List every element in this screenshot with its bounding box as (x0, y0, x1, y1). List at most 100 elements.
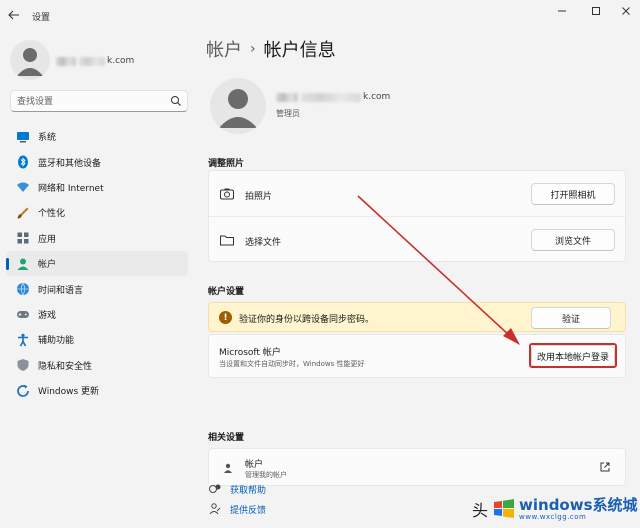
sidebar-user-card[interactable]: k.com (10, 40, 190, 80)
apps-icon (16, 231, 30, 245)
related-section-title: 相关设置 (208, 433, 245, 443)
photo-section-title: 调整照片 (208, 159, 245, 169)
windows-logo-icon (494, 499, 515, 518)
search-box[interactable] (10, 90, 188, 112)
breadcrumb-separator: › (250, 41, 256, 57)
open-camera-button[interactable]: 打开照相机 (531, 183, 615, 205)
brush-icon (16, 206, 30, 220)
related-account-title: 帐户 (245, 460, 264, 470)
person-avatar-icon (17, 48, 43, 76)
verify-button[interactable]: 验证 (531, 307, 611, 329)
watermark-url: www.wxclgg.com (519, 512, 587, 521)
related-account-desc: 管理我的帐户 (245, 471, 287, 479)
globe-clock-icon (16, 282, 30, 296)
page-title: 帐户信息 (263, 40, 336, 61)
sidebar-item-label: 个性化 (38, 209, 66, 220)
sidebar-item-label: 帐户 (38, 260, 57, 271)
sidebar-item-time-language[interactable]: 时间和语言 (6, 276, 188, 301)
sidebar-item-label: 游戏 (38, 310, 57, 321)
sidebar-item-label: 系统 (38, 133, 57, 144)
sidebar-item-gaming[interactable]: 游戏 (6, 302, 188, 327)
breadcrumb-parent[interactable]: 帐户 (206, 36, 242, 62)
shield-icon (16, 358, 30, 372)
monitor-icon (16, 130, 30, 144)
related-account-row[interactable]: 帐户 管理我的帐户 (208, 448, 626, 486)
feedback-link[interactable]: 提供反馈 (208, 502, 266, 516)
close-icon (622, 7, 630, 15)
external-link-icon (600, 462, 610, 472)
search-icon (171, 96, 181, 106)
sidebar-item-label: Windows 更新 (38, 387, 100, 398)
sidebar-nav: 系统 蓝牙和其他设备 网络和 Internet 个性化 应用 帐户 时间和语言 (6, 124, 188, 403)
breadcrumb: 帐户 › 帐户信息 (206, 36, 336, 62)
sidebar-item-label: 辅助功能 (38, 336, 75, 347)
user-email: k.com (56, 55, 134, 67)
microsoft-account-title: Microsoft 帐户 (219, 348, 281, 358)
sidebar-item-label: 应用 (38, 234, 57, 245)
sidebar: k.com 系统 蓝牙和其他设备 网络和 Internet 个性化 应用 帐 (0, 30, 196, 528)
redacted-email (301, 92, 361, 102)
update-icon (16, 384, 30, 398)
person-icon (16, 257, 30, 271)
choose-file-row: 选择文件 浏览文件 (209, 217, 625, 263)
watermark-prefix: 头 (472, 501, 489, 520)
profile-email-tail: k.com (363, 92, 391, 102)
maximize-button[interactable] (582, 3, 610, 19)
feedback-label: 提供反馈 (230, 505, 267, 516)
user-email-tail: k.com (107, 56, 135, 66)
sidebar-item-label: 隐私和安全性 (38, 361, 93, 372)
watermark-text: windows系统城 www.wxclgg.com (519, 495, 638, 521)
warning-text: 验证你的身份以跨设备同步密码。 (239, 315, 375, 325)
redacted-email (79, 56, 105, 66)
profile-header: k.com 管理员 (210, 78, 510, 134)
warning-icon: ! (219, 311, 232, 324)
sidebar-item-accessibility[interactable]: 辅助功能 (6, 327, 188, 352)
person-icon (224, 463, 232, 473)
get-help-label: 获取帮助 (230, 485, 267, 496)
sidebar-item-bluetooth[interactable]: 蓝牙和其他设备 (6, 149, 188, 174)
sidebar-item-label: 时间和语言 (38, 285, 84, 296)
sidebar-item-windows-update[interactable]: Windows 更新 (6, 378, 188, 403)
watermark-main: windows系统城 (519, 495, 638, 514)
accessibility-icon (16, 333, 30, 347)
redacted-email (276, 92, 298, 102)
search-input[interactable] (17, 95, 167, 108)
minimize-button[interactable] (548, 3, 576, 19)
wifi-icon (16, 180, 30, 194)
take-photo-row: 拍照片 打开照相机 (209, 171, 625, 217)
folder-icon (219, 232, 235, 248)
close-button[interactable] (612, 3, 640, 19)
gamepad-icon (16, 307, 30, 321)
profile-role: 管理员 (276, 109, 300, 118)
sidebar-item-label: 网络和 Internet (38, 183, 104, 194)
feedback-icon (208, 502, 222, 516)
person-avatar-icon (219, 89, 257, 128)
redacted-email (56, 56, 76, 66)
sidebar-item-personalization[interactable]: 个性化 (6, 200, 188, 225)
title-bar: 设置 (0, 0, 640, 30)
camera-icon (219, 186, 235, 202)
maximize-icon (592, 7, 600, 15)
account-section-title: 帐户设置 (208, 287, 245, 297)
photo-card: 拍照片 打开照相机 选择文件 浏览文件 (208, 170, 626, 262)
sidebar-item-accounts[interactable]: 帐户 (6, 250, 188, 277)
sidebar-item-network[interactable]: 网络和 Internet (6, 175, 188, 200)
sidebar-item-system[interactable]: 系统 (6, 124, 188, 149)
highlight-box (529, 343, 617, 368)
main-content: 帐户 › 帐户信息 k.com 管理员 调整照片 拍照片 打开照相机 选择文件 … (196, 30, 640, 528)
browse-files-button[interactable]: 浏览文件 (531, 229, 615, 251)
microsoft-account-desc: 当设置和文件自动同步时，Windows 性能更好 (219, 360, 365, 368)
back-arrow-icon (8, 10, 19, 20)
sidebar-item-apps[interactable]: 应用 (6, 226, 188, 251)
help-icon (208, 482, 222, 496)
avatar (10, 40, 50, 80)
avatar (210, 78, 266, 134)
profile-email: k.com (276, 90, 390, 104)
verify-warning-bar: ! 验证你的身份以跨设备同步密码。 验证 (208, 302, 626, 332)
get-help-link[interactable]: 获取帮助 (208, 482, 266, 496)
watermark: 头 windows系统城 www.wxclgg.com (472, 494, 638, 524)
bluetooth-icon (16, 155, 30, 169)
back-button[interactable] (6, 8, 22, 22)
app-title: 设置 (32, 13, 51, 23)
sidebar-item-privacy[interactable]: 隐私和安全性 (6, 353, 188, 378)
